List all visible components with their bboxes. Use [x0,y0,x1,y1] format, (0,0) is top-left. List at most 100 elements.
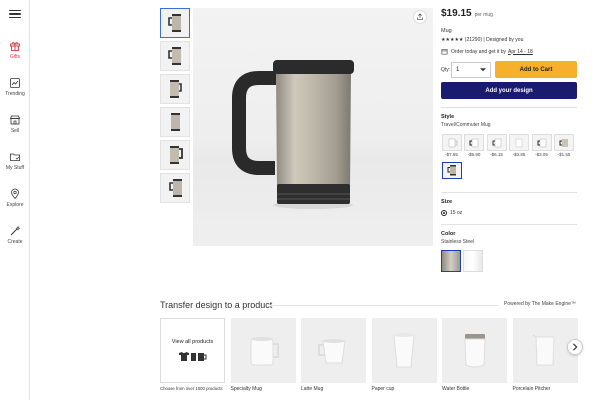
mug-style-image [537,138,546,147]
style-option[interactable]: -$6.90 [464,134,485,158]
mug-thumbnail-image [170,146,183,164]
left-nav-rail: Gifts Trending Sell My Stuff Explore Cre… [0,0,30,400]
thumbnail-front[interactable] [160,8,190,38]
travel-mug-image [232,60,354,209]
thumbnail-strip [160,8,190,206]
style-option[interactable]: -$6.15 [486,134,507,158]
carousel-next-button[interactable] [567,339,583,355]
thumbnail-handle[interactable] [160,140,190,170]
divider [441,107,577,108]
shipping-estimate: Order today and get it by Apr 14 - 18 [441,48,577,55]
product-details-panel: $19.15 per mug Mug ★★★★★ (21290) | Desig… [441,8,577,272]
view-all-caption: Choose from over 1000 products [160,386,223,391]
nav-item-create[interactable]: Create [0,225,30,245]
location-pin-icon [11,188,19,200]
product-card-porcelain-pitcher[interactable]: Porcelain Pitcher [512,318,578,392]
nav-item-explore[interactable]: Explore [0,188,30,208]
shipping-date-link[interactable]: Apr 14 - 18 [508,49,533,55]
product-label: Latte Mug [301,386,324,392]
calendar-icon [441,49,448,55]
powered-by-text: Powered by The Make Engine™ [504,301,576,307]
nav-item-trending[interactable]: Trending [0,77,30,97]
view-all-label: View all products [171,339,214,345]
style-price: -$1.55 [557,152,571,157]
add-your-design-button[interactable]: Add your design [441,82,577,99]
style-selected: Travel/Commuter Mug [441,122,491,128]
style-option[interactable]: -$1.55 [554,134,575,158]
thumbnail-back[interactable] [160,107,190,137]
gift-icon [10,42,20,51]
product-icons [178,351,208,362]
thumbnail-lifestyle[interactable] [160,173,190,203]
specialty-mug-image [250,336,279,365]
size-value: 15 oz [450,210,463,216]
add-to-cart-button[interactable]: Add to Cart [495,61,577,78]
product-label: Paper cup [371,386,395,392]
share-button[interactable] [413,10,427,24]
style-price: -$6.15 [490,152,503,157]
price-unit: per mug [474,12,493,18]
style-price: -$6.90 [467,152,481,157]
style-price: -$3.85 [512,152,526,157]
mug-style-image [469,138,479,147]
quantity-value: 1 [456,66,460,73]
nav-item-gifts[interactable]: Gifts [0,40,30,60]
mug-thumbnail-image [169,179,182,197]
style-price: -$7.65 [445,152,458,157]
trending-icon [10,78,20,88]
nav-label: Sell [10,128,20,134]
main-product-image[interactable] [193,8,433,246]
nav-item-sell[interactable]: Sell [0,114,30,134]
porcelain-pitcher-image [532,333,555,365]
quantity-label: Qty: [441,66,451,73]
style-option[interactable]: -$3.05 [531,134,552,158]
nav-label: Trending [5,91,25,97]
style-title: Style [441,114,455,120]
radio-selected-icon [441,210,447,216]
divider [270,305,498,306]
price: $19.15 [441,8,472,19]
transfer-section-title: Transfer design to a product [160,300,273,310]
style-options: -$7.65 -$6.90 -$6.15 -$3.85 -$3.05 -$1.5… [441,134,577,190]
product-card-paper-cup[interactable]: Paper cup [371,318,437,392]
menu-icon[interactable] [9,10,21,18]
view-all-products-card[interactable]: View all products Choose from over 1000 … [160,318,225,392]
share-icon [417,13,423,20]
chevron-down-icon [480,67,486,71]
product-label: Water Bottle [442,386,470,392]
thumbnail-left[interactable] [160,41,190,71]
divider [441,224,577,225]
color-options [441,250,577,272]
style-option[interactable]: -$7.65 [441,134,462,158]
product-card-latte-mug[interactable]: Latte Mug [301,318,366,392]
product-card-water-bottle[interactable]: Water Bottle [442,318,507,392]
mug-style-image [492,138,501,147]
rating-line[interactable]: ★★★★★ (21290) | Designed by you [441,37,577,43]
transfer-product-carousel: View all products Choose from over 1000 … [160,318,583,392]
style-price: -$3.05 [535,152,548,157]
nav-label: Explore [6,202,24,208]
mug-thumbnail-image [168,14,181,32]
product-card-specialty-mug[interactable]: Specialty Mug [230,318,296,392]
quantity-select[interactable]: 1 [451,61,491,78]
size-title: Size [441,199,453,205]
size-option-15oz[interactable]: 15 oz [441,210,577,216]
travel-mug-style-image [447,165,456,176]
magic-wand-icon [10,225,21,236]
nav-label: Create [7,239,23,245]
mug-style-image [515,138,523,147]
divider [441,192,577,193]
chevron-right-icon [572,343,578,351]
product-label: Porcelain Pitcher [512,386,551,392]
nav-item-my-stuff[interactable]: My Stuff [0,151,30,171]
water-bottle-image [463,333,486,367]
mug-style-image [559,138,568,147]
color-swatch-stainless-steel[interactable] [441,250,461,272]
style-option[interactable]: -$3.85 [509,134,530,158]
nav-label: My Stuff [5,165,25,171]
style-option-selected[interactable] [441,162,462,186]
nav-label: Gifts [9,54,21,60]
mug-thumbnail-image [171,113,180,131]
thumbnail-right[interactable] [160,74,190,104]
color-swatch-white[interactable] [463,250,483,272]
